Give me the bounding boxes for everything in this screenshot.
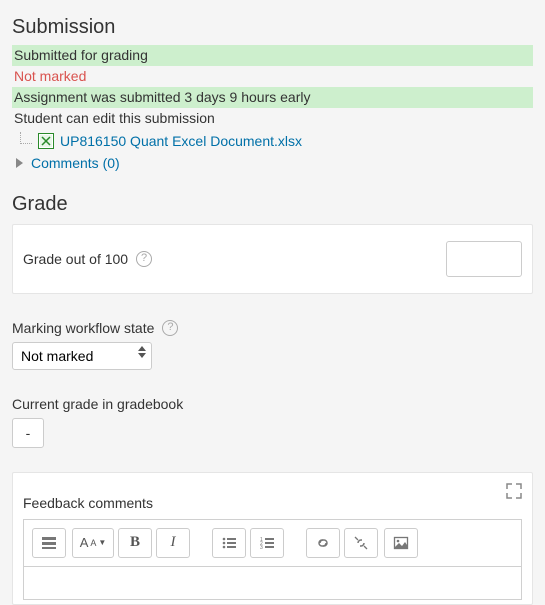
image-button[interactable] — [384, 528, 418, 558]
editor-textarea[interactable] — [24, 567, 521, 599]
comments-link[interactable]: Comments (0) — [31, 155, 120, 171]
bullet-list-button[interactable] — [212, 528, 246, 558]
editor-toolbar: AA▼ B I 123 — [24, 520, 521, 567]
status-editable: Student can edit this submission — [12, 108, 533, 129]
font-size-button[interactable]: AA▼ — [72, 528, 114, 558]
workflow-state-select[interactable]: Not marked — [12, 342, 152, 370]
bold-button[interactable]: B — [118, 528, 152, 558]
workflow-state-label: Marking workflow state — [12, 320, 154, 336]
help-icon[interactable]: ? — [136, 251, 152, 267]
comments-toggle[interactable]: Comments (0) — [12, 151, 533, 171]
italic-button[interactable]: I — [156, 528, 190, 558]
chevron-right-icon — [16, 158, 23, 168]
numbered-list-button[interactable]: 123 — [250, 528, 284, 558]
tree-branch-icon — [20, 132, 32, 144]
feedback-panel: Feedback comments AA▼ B I — [12, 472, 533, 605]
current-grade-label: Current grade in gradebook — [12, 396, 183, 412]
grade-heading: Grade — [12, 193, 533, 216]
submission-heading: Submission — [12, 16, 533, 39]
expand-icon[interactable] — [506, 483, 522, 502]
grade-panel: Grade out of 100 ? — [12, 224, 533, 294]
link-button[interactable] — [306, 528, 340, 558]
unlink-button[interactable] — [344, 528, 378, 558]
excel-file-icon — [38, 133, 54, 149]
submitted-file-row: UP816150 Quant Excel Document.xlsx — [12, 131, 533, 151]
help-icon[interactable]: ? — [162, 320, 178, 336]
rich-text-editor: AA▼ B I 123 — [23, 519, 522, 600]
grade-out-of-label: Grade out of 100 — [23, 251, 128, 267]
submitted-file-link[interactable]: UP816150 Quant Excel Document.xlsx — [60, 133, 302, 149]
svg-text:3: 3 — [260, 545, 263, 551]
toolbar-toggle-icon[interactable] — [32, 528, 66, 558]
status-timing: Assignment was submitted 3 days 9 hours … — [12, 87, 533, 108]
feedback-comments-label: Feedback comments — [23, 495, 522, 511]
status-not-marked: Not marked — [12, 66, 533, 87]
status-submitted: Submitted for grading — [12, 45, 533, 66]
current-grade-value: - — [12, 418, 44, 448]
grade-input[interactable] — [446, 241, 522, 277]
